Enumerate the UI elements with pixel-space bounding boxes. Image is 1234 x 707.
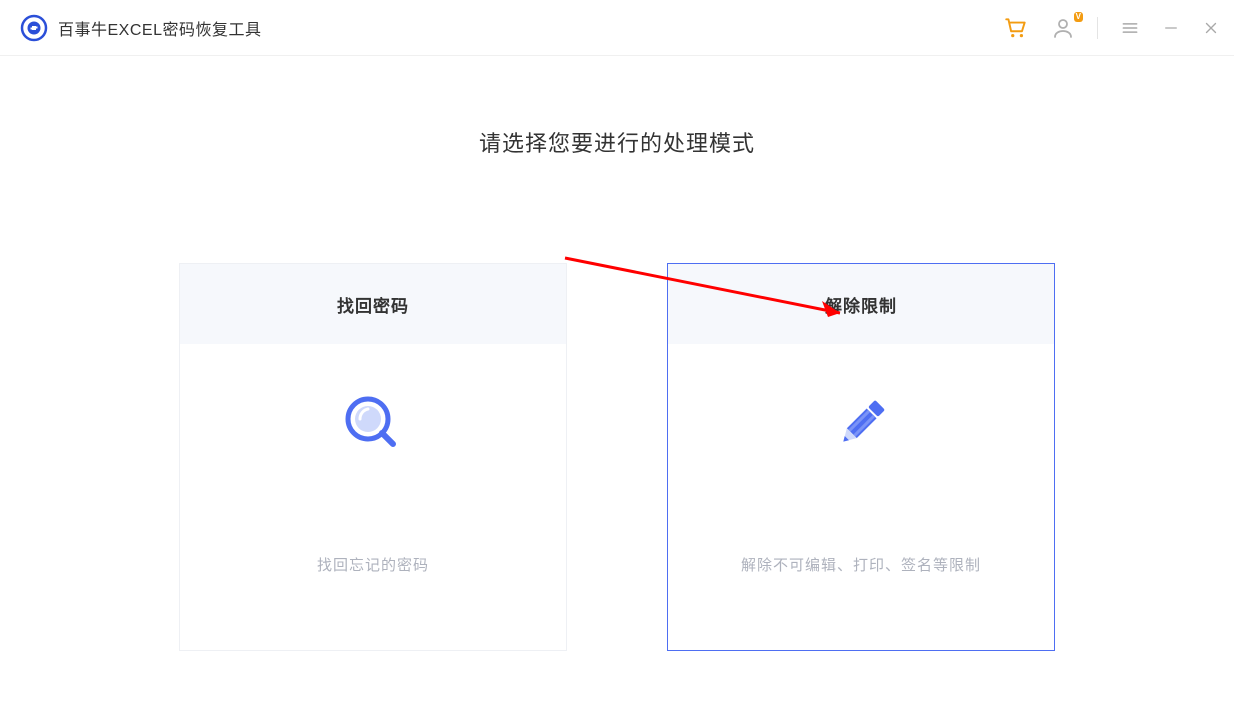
card-recover-desc: 找回忘记的密码 xyxy=(317,554,429,575)
magnifier-icon xyxy=(338,389,408,464)
user-icon xyxy=(1051,16,1075,40)
app-logo-icon xyxy=(20,14,48,42)
main-content: 请选择您要进行的处理模式 找回密码 找回忘记的密码 解除限制 xyxy=(0,56,1234,651)
minimize-icon xyxy=(1162,19,1180,37)
app-logo-wrap: 百事牛EXCEL密码恢复工具 xyxy=(20,14,261,42)
pencil-icon xyxy=(826,389,896,464)
cart-button[interactable] xyxy=(1003,15,1029,41)
page-title: 请选择您要进行的处理模式 xyxy=(0,126,1234,158)
close-button[interactable] xyxy=(1202,19,1220,37)
menu-button[interactable] xyxy=(1120,18,1140,38)
card-recover-title: 找回密码 xyxy=(180,264,566,344)
card-recover-password[interactable]: 找回密码 找回忘记的密码 xyxy=(179,263,567,651)
app-title: 百事牛EXCEL密码恢复工具 xyxy=(58,16,261,40)
hamburger-icon xyxy=(1120,18,1140,38)
mode-cards: 找回密码 找回忘记的密码 解除限制 xyxy=(0,263,1234,651)
card-unlock-desc: 解除不可编辑、打印、签名等限制 xyxy=(741,554,981,575)
close-icon xyxy=(1202,19,1220,37)
card-unlock-title: 解除限制 xyxy=(668,264,1054,344)
card-unlock-body: 解除不可编辑、打印、签名等限制 xyxy=(668,344,1054,650)
titlebar: 百事牛EXCEL密码恢复工具 V xyxy=(0,0,1234,56)
minimize-button[interactable] xyxy=(1162,19,1180,37)
vip-badge-icon: V xyxy=(1074,12,1083,22)
user-button[interactable]: V xyxy=(1051,16,1075,40)
divider xyxy=(1097,17,1098,39)
card-recover-body: 找回忘记的密码 xyxy=(180,344,566,650)
cart-icon xyxy=(1003,15,1029,41)
titlebar-actions: V xyxy=(1003,15,1220,41)
card-remove-restriction[interactable]: 解除限制 解除不可编辑、打印、签名等限制 xyxy=(667,263,1055,651)
